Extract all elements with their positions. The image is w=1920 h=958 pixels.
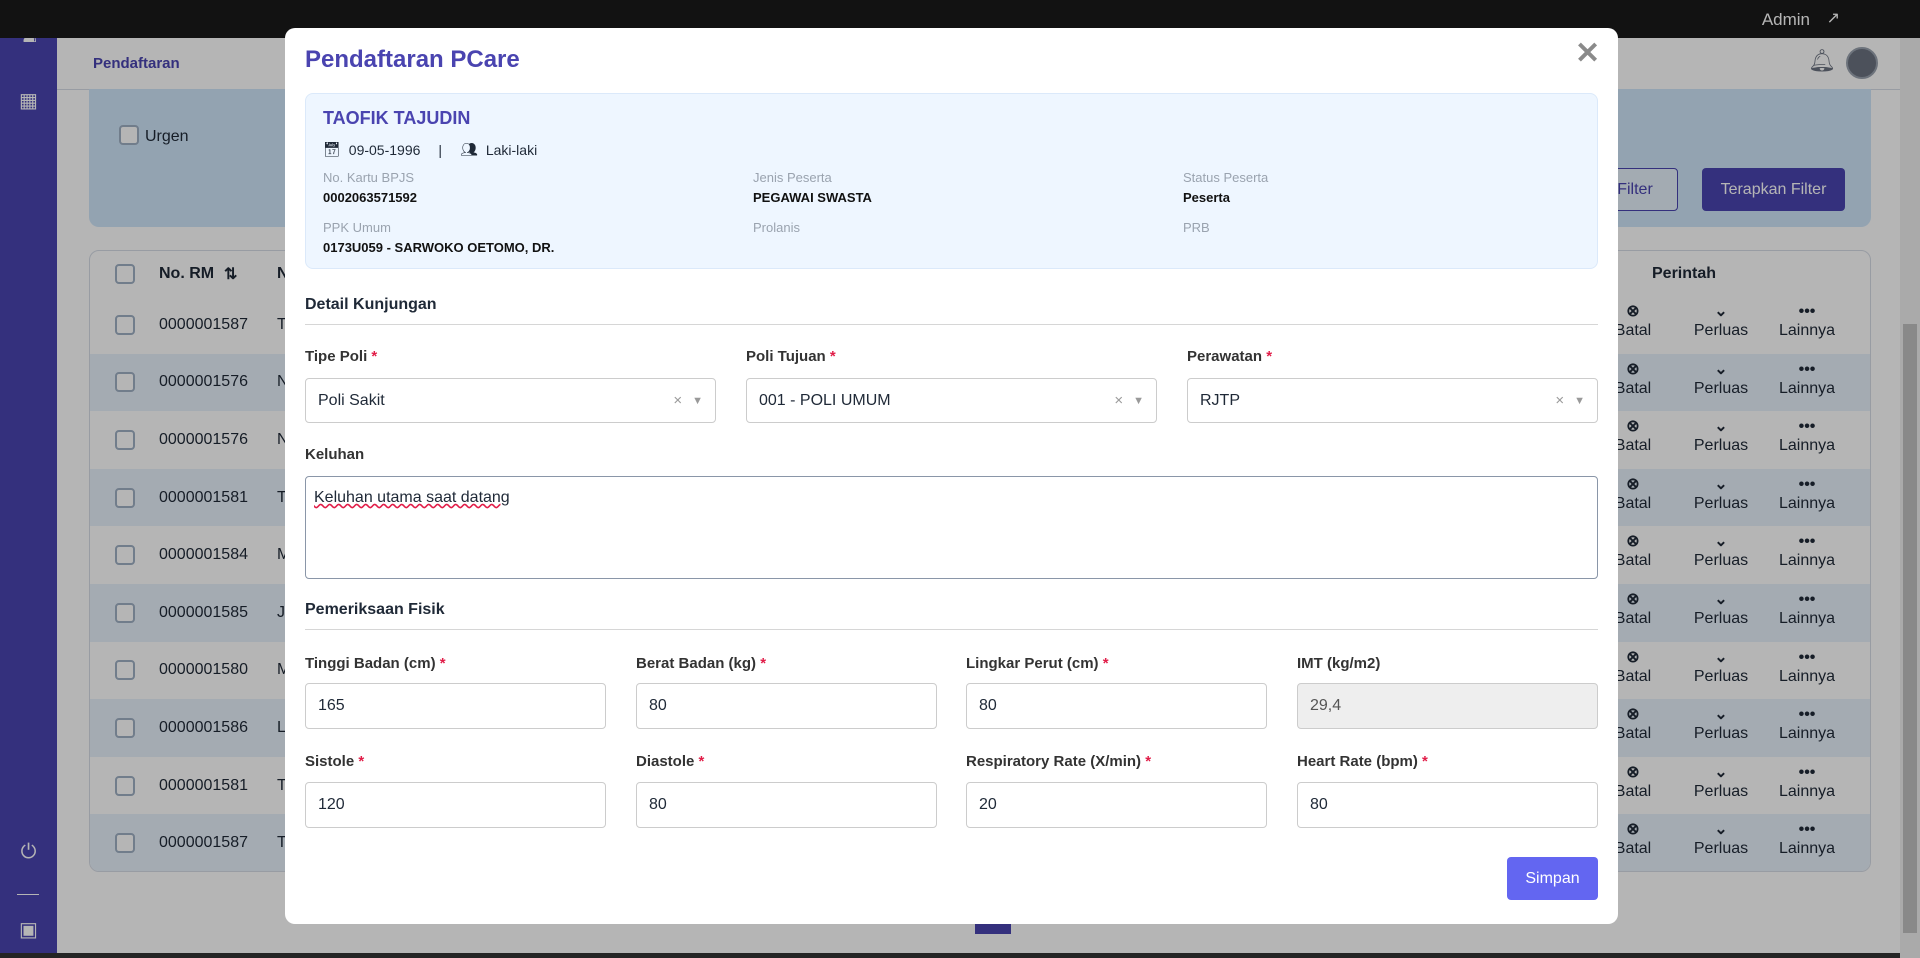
gender-icon: 👥︎ (460, 141, 478, 157)
patient-meta: 📅︎ 09-05-1996 | 👥︎ Laki-laki (323, 141, 537, 158)
calendar-icon: 📅︎ (323, 141, 341, 157)
diastole-input[interactable]: 80 (636, 782, 937, 828)
jenis-peserta-label: Jenis Peserta (753, 170, 832, 185)
clear-icon[interactable]: × (673, 392, 682, 409)
no-kartu-bpjs-label: No. Kartu BPJS (323, 170, 415, 185)
close-icon[interactable]: ✕ (1575, 36, 1600, 71)
respiratory-rate-x-min-input[interactable]: 20 (966, 782, 1267, 828)
modal-title: Pendaftaran PCare (305, 46, 520, 73)
pcare-modal: Pendaftaran PCare ✕ TAOFIK TAJUDIN 📅︎ 09… (285, 28, 1618, 924)
section-detail-kunjungan: Detail Kunjungan (305, 296, 437, 313)
divider (305, 324, 1598, 325)
imt-kg-m2-label: IMT (kg/m2) (1297, 655, 1381, 672)
diastole-value: 80 (649, 796, 667, 813)
tipe-poli-select[interactable]: Poli Sakit × ▼ (305, 378, 716, 423)
tinggi-badan-cm-input[interactable]: 165 (305, 683, 606, 729)
sistole-label: Sistole * (305, 753, 365, 770)
lingkar-perut-cm-value: 80 (979, 697, 997, 714)
respiratory-rate-x-min-value: 20 (979, 796, 997, 813)
perawatan-value: RJTP (1200, 391, 1240, 409)
tipe-poli-label: Tipe Poli * (305, 348, 378, 365)
meta-separator: | (438, 141, 443, 158)
sistole-value: 120 (318, 796, 345, 813)
tinggi-badan-cm-value: 165 (318, 697, 345, 714)
tipe-poli-value: Poli Sakit (318, 391, 385, 409)
heart-rate-bpm-label: Heart Rate (bpm) * (1297, 753, 1428, 770)
patient-dob: 09-05-1996 (348, 141, 421, 158)
keluhan-value: Keluhan utama saat datang (314, 489, 510, 506)
section-pemeriksaan-fisik: Pemeriksaan Fisik (305, 601, 445, 618)
dropdown-icon[interactable]: ▼ (692, 395, 703, 407)
poli-tujuan-label: Poli Tujuan * (746, 348, 836, 365)
patient-name: TAOFIK TAJUDIN (323, 108, 471, 128)
jenis-peserta-value: PEGAWAI SWASTA (753, 190, 872, 205)
lingkar-perut-cm-label: Lingkar Perut (cm) * (966, 655, 1109, 672)
dropdown-icon[interactable]: ▼ (1133, 395, 1144, 407)
save-button[interactable]: Simpan (1507, 857, 1598, 900)
lingkar-perut-cm-input[interactable]: 80 (966, 683, 1267, 729)
status-peserta-label: Status Peserta (1183, 170, 1269, 185)
prb-label: PRB (1183, 220, 1210, 235)
ppk-umum-value: 0173U059 - SARWOKO OETOMO, DR. (323, 240, 555, 255)
perawatan-select[interactable]: RJTP × ▼ (1187, 378, 1598, 423)
poli-tujuan-value: 001 - POLI UMUM (759, 391, 891, 409)
heart-rate-bpm-value: 80 (1310, 796, 1328, 813)
status-peserta-value: Peserta (1183, 190, 1230, 205)
imt-kg-m2-input: 29,4 (1297, 683, 1598, 729)
no-kartu-bpjs-value: 0002063571592 (323, 190, 417, 205)
sistole-input[interactable]: 120 (305, 782, 606, 828)
keluhan-label: Keluhan (305, 446, 365, 463)
dropdown-icon[interactable]: ▼ (1574, 395, 1585, 407)
ppk-umum-label: PPK Umum (323, 220, 391, 235)
clear-icon[interactable]: × (1114, 392, 1123, 409)
tinggi-badan-cm-label: Tinggi Badan (cm) * (305, 655, 446, 672)
divider (305, 629, 1598, 630)
berat-badan-kg-label: Berat Badan (kg) * (636, 655, 767, 672)
poli-tujuan-select[interactable]: 001 - POLI UMUM × ▼ (746, 378, 1157, 423)
keluhan-textarea[interactable]: Keluhan utama saat datang (305, 476, 1598, 579)
clear-icon[interactable]: × (1555, 392, 1564, 409)
patient-gender: Laki-laki (485, 141, 538, 158)
berat-badan-kg-value: 80 (649, 697, 667, 714)
diastole-label: Diastole * (636, 753, 705, 770)
respiratory-rate-x-min-label: Respiratory Rate (X/min) * (966, 753, 1152, 770)
perawatan-label: Perawatan * (1187, 348, 1273, 365)
berat-badan-kg-input[interactable]: 80 (636, 683, 937, 729)
heart-rate-bpm-input[interactable]: 80 (1297, 782, 1598, 828)
patient-card: TAOFIK TAJUDIN 📅︎ 09-05-1996 | 👥︎ Laki-l… (305, 93, 1598, 269)
prolanis-label: Prolanis (753, 220, 800, 235)
imt-kg-m2-value: 29,4 (1310, 697, 1342, 714)
